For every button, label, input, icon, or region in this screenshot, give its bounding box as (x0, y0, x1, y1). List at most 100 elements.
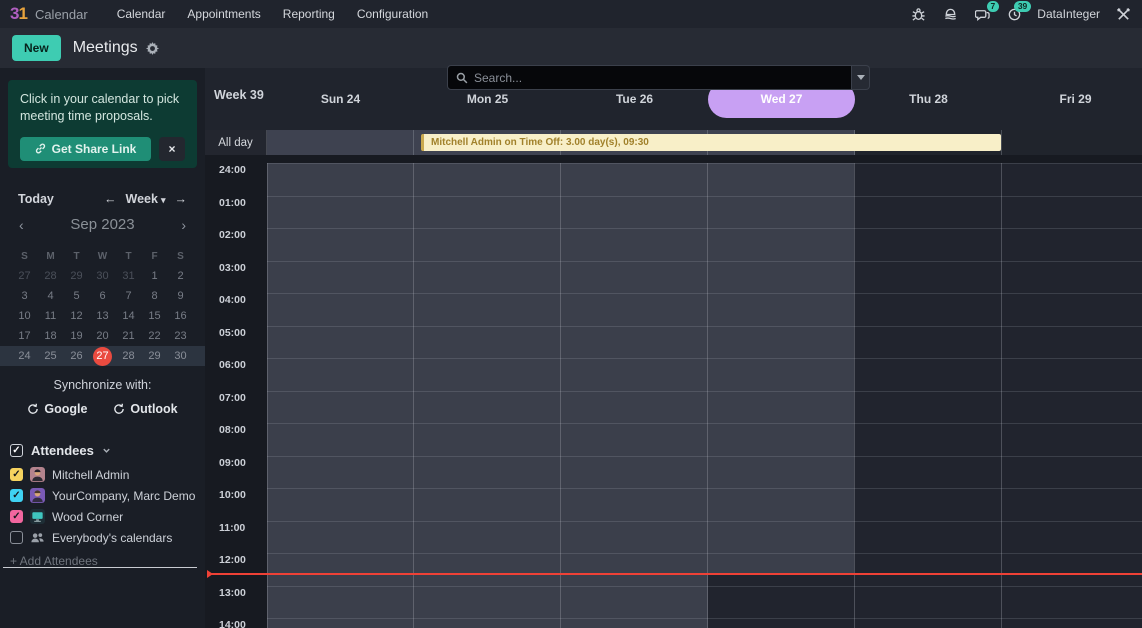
attendee-item-wood-corner[interactable]: ✓Wood Corner (10, 506, 200, 527)
share-hint-panel: Click in your calendar to pick meeting t… (8, 80, 197, 168)
attendee-checkbox[interactable]: ✓ (10, 468, 23, 481)
prev-month-chevron[interactable]: ‹ (14, 217, 29, 233)
attendee-item-yourcompany-marc-demo[interactable]: ✓ YourCompany, Marc Demo (10, 485, 200, 506)
attendees-header[interactable]: ✓ Attendees (10, 443, 111, 458)
mini-calendar-day[interactable]: 31 (116, 270, 142, 282)
mini-calendar-day[interactable]: 6 (90, 290, 116, 302)
nav-menu-calendar[interactable]: Calendar (106, 0, 177, 28)
day-column-tue-26[interactable] (561, 163, 708, 628)
day-header-thu-28[interactable]: Thu 28 (855, 68, 1002, 130)
mini-calendar-day[interactable]: 20 (90, 330, 116, 342)
mini-calendar-day[interactable]: 5 (64, 290, 90, 302)
mini-calendar-day[interactable]: 10 (12, 310, 38, 322)
prev-week-arrow[interactable]: ← (95, 192, 126, 206)
mini-calendar-month-label: Sep 2023 (70, 216, 134, 233)
mini-calendar-day[interactable]: 11 (38, 310, 64, 322)
attendee-item-mitchell-admin[interactable]: ✓Mitchell Admin (10, 464, 200, 485)
day-column-thu-28[interactable] (855, 163, 1002, 628)
tools-icon[interactable] (1114, 5, 1132, 23)
day-column-fri-29[interactable] (1002, 163, 1142, 628)
allday-label: All day (205, 130, 267, 155)
mini-calendar-day[interactable]: 17 (12, 330, 38, 342)
nav-menu-reporting[interactable]: Reporting (272, 0, 346, 28)
activities-clock-icon[interactable]: 39 (1005, 5, 1023, 23)
close-hint-button[interactable]: × (159, 137, 185, 161)
hour-label-04-00: 04:00 (219, 294, 246, 306)
search-dropdown-toggle[interactable] (852, 65, 870, 90)
mini-calendar-day[interactable]: 7 (116, 290, 142, 302)
mini-calendar-day[interactable]: 25 (38, 350, 64, 362)
mini-calendar-day[interactable]: 26 (64, 350, 90, 362)
hour-label-01-00: 01:00 (219, 197, 246, 209)
mini-calendar-day[interactable]: 14 (116, 310, 142, 322)
hour-label-08-00: 08:00 (219, 424, 246, 436)
mini-calendar-day[interactable]: 28 (116, 350, 142, 362)
sidebar: Click in your calendar to pick meeting t… (0, 68, 205, 628)
elapsed-time-shading (708, 163, 854, 573)
scale-selector[interactable]: Week▾ (126, 192, 166, 206)
mini-calendar-day[interactable]: 18 (38, 330, 64, 342)
allday-cell-fri-29[interactable] (1002, 130, 1142, 155)
mini-calendar-day[interactable]: 8 (142, 290, 168, 302)
mini-calendar-day[interactable]: 28 (38, 270, 64, 282)
mini-calendar-week: 3456789 (0, 286, 205, 306)
add-attendees-link[interactable]: + Add Attendees (10, 554, 98, 568)
mini-calendar-day[interactable]: 3 (12, 290, 38, 302)
mini-calendar-day[interactable]: 29 (64, 270, 90, 282)
mini-calendar-day[interactable]: 9 (168, 290, 194, 302)
next-week-arrow[interactable]: → (166, 192, 188, 206)
next-month-chevron[interactable]: › (176, 217, 191, 233)
allday-event-timeoff[interactable]: Mitchell Admin on Time Off: 3.00 day(s),… (421, 134, 1001, 151)
mini-calendar-day[interactable]: 24 (12, 350, 38, 362)
attendees-checkbox[interactable]: ✓ (10, 444, 23, 457)
settings-gear-icon[interactable] (146, 42, 159, 55)
day-header-fri-29[interactable]: Fri 29 (1002, 68, 1142, 130)
calendar-app-icon[interactable]: 31 (10, 4, 27, 24)
mini-calendar-day[interactable]: 22 (142, 330, 168, 342)
get-share-link-button[interactable]: Get Share Link (20, 137, 151, 161)
dow-label: T (64, 251, 90, 262)
sync-outlook-button[interactable]: Outlook (113, 402, 177, 416)
mini-calendar-day[interactable]: 29 (142, 350, 168, 362)
nav-menu-appointments[interactable]: Appointments (176, 0, 271, 28)
attendee-item-everybody-s-calendars[interactable]: Everybody's calendars (10, 527, 200, 548)
allday-cell-sun-24[interactable] (267, 130, 414, 155)
today-button[interactable]: Today (18, 192, 54, 206)
mini-calendar-day[interactable]: 27 (12, 270, 38, 282)
mini-calendar-day[interactable]: 1 (142, 270, 168, 282)
nav-menu-configuration[interactable]: Configuration (346, 0, 439, 28)
mini-calendar-day[interactable]: 15 (142, 310, 168, 322)
attendee-checkbox[interactable]: ✓ (10, 510, 23, 523)
mini-calendar-day[interactable]: 21 (116, 330, 142, 342)
attendee-name: YourCompany, Marc Demo (52, 489, 195, 503)
mini-calendar-day[interactable]: 16 (168, 310, 194, 322)
sync-google-button[interactable]: Google (27, 402, 87, 416)
mini-calendar-day[interactable]: 19 (64, 330, 90, 342)
avatar-person-tan-icon (30, 467, 45, 482)
mini-calendar-day[interactable]: 4 (38, 290, 64, 302)
academy-hat-icon[interactable] (941, 5, 959, 23)
messages-icon[interactable]: 7 (973, 5, 991, 23)
mini-calendar-day[interactable]: 13 (90, 310, 116, 322)
day-column-wed-27[interactable] (708, 163, 855, 628)
debug-bug-icon[interactable] (909, 5, 927, 23)
mini-calendar-selected-day[interactable]: 27 (90, 347, 116, 366)
mini-calendar-day[interactable]: 23 (168, 330, 194, 342)
mini-calendar-day[interactable]: 12 (64, 310, 90, 322)
attendee-checkbox[interactable]: ✓ (10, 489, 23, 502)
mini-calendar-day[interactable]: 30 (90, 270, 116, 282)
mini-calendar-day[interactable]: 2 (168, 270, 194, 282)
dow-label: S (168, 251, 194, 262)
day-column-mon-25[interactable] (414, 163, 561, 628)
hour-gridline (267, 553, 1142, 554)
day-column-sun-24[interactable] (267, 163, 414, 628)
attendee-checkbox[interactable] (10, 531, 23, 544)
company-name[interactable]: DataInteger (1037, 7, 1100, 21)
day-header-sun-24[interactable]: Sun 24 (267, 68, 414, 130)
new-button[interactable]: New (12, 35, 61, 61)
hour-gridline (267, 423, 1142, 424)
mini-calendar-month-row: ‹ Sep 2023 › (0, 216, 205, 233)
app-name[interactable]: Calendar (35, 7, 88, 22)
search-input[interactable]: Search... (447, 65, 852, 90)
mini-calendar-day[interactable]: 30 (168, 350, 194, 362)
